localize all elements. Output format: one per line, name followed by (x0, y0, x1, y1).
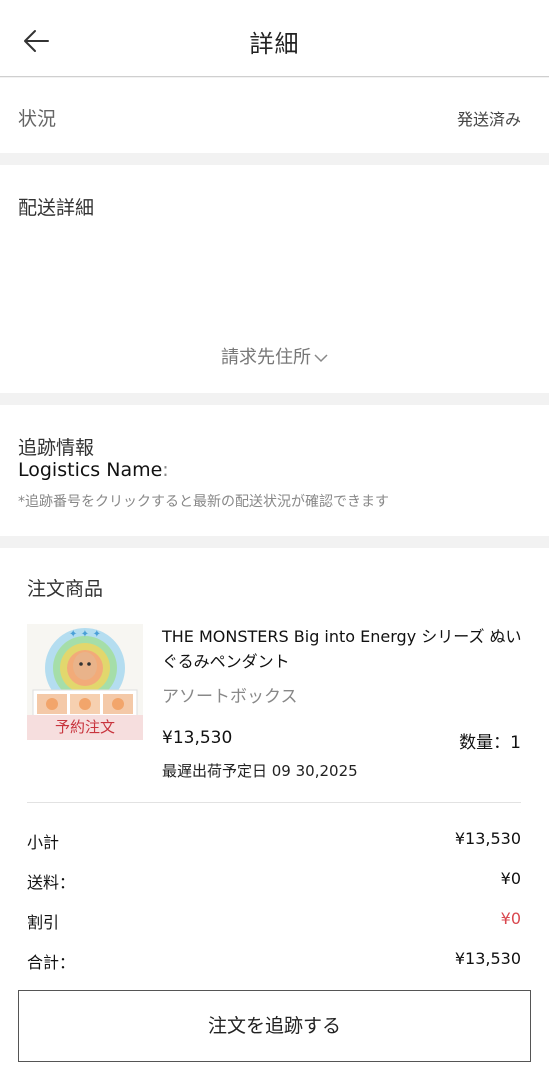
status-label: 状況 (18, 108, 57, 130)
svg-text:✦ ✦ ✦: ✦ ✦ ✦ (69, 629, 101, 640)
product-price: ¥13,530 (162, 728, 233, 748)
logistics-label: Logistics Name (18, 459, 163, 481)
shipping-details-title: 配送詳細 (18, 197, 95, 219)
tracking-title: 追跡情報 (18, 437, 95, 459)
total-value: ¥13,530 (454, 949, 521, 968)
shipping-fee-value: ¥0 (500, 869, 521, 888)
billing-address-label: 請求先住所 (221, 347, 311, 368)
tracking-note: *追跡番号をクリックすると最新の配送状況が確認できます (18, 494, 389, 510)
track-order-button[interactable]: 注文を追跡する (18, 990, 531, 1062)
order-items-title: 注文商品 (27, 578, 104, 600)
logistics-name: Logistics Name: (18, 459, 169, 481)
page-title: 詳細 (249, 30, 300, 58)
shipping-fee-row: 送料： ¥0 (27, 869, 521, 893)
product-name[interactable]: THE MONSTERS Big into Energy シリーズ ぬいぐるみペ… (162, 624, 532, 674)
discount-value: ¥0 (500, 909, 521, 928)
total-row: 合計： ¥13,530 (27, 949, 521, 973)
shipping-fee-label: 送料： (27, 873, 76, 892)
status-section: 状況 発送済み (0, 78, 549, 153)
preorder-badge: 予約注文 (27, 715, 143, 740)
subtotal-value: ¥13,530 (454, 829, 521, 848)
status-value: 発送済み (456, 110, 521, 129)
product-quantity: 数量：1 (459, 733, 521, 753)
chevron-down-icon (314, 354, 328, 363)
billing-address-toggle[interactable]: 請求先住所 (0, 343, 549, 369)
logistics-colon: : (162, 459, 169, 481)
tracking-section: 追跡情報 Logistics Name: *追跡番号をクリックすると最新の配送状… (0, 405, 549, 536)
shipping-details-section: 配送詳細 請求先住所 (0, 165, 549, 393)
product-variant: アソートボックス (162, 687, 298, 707)
discount-label: 割引 (27, 913, 60, 932)
subtotal-row: 小計 ¥13,530 (27, 829, 521, 853)
app-header: 詳細 (0, 0, 549, 77)
latest-ship-date: 最遅出荷予定日 09 30,2025 (162, 762, 358, 780)
divider (27, 802, 521, 803)
order-items-section: 注文商品 ✦ ✦ ✦ 予約注文 THE MONSTERS Big into En… (0, 548, 549, 1080)
discount-row: 割引 ¥0 (27, 909, 521, 933)
total-label: 合計： (27, 953, 76, 972)
subtotal-label: 小計 (27, 833, 60, 852)
